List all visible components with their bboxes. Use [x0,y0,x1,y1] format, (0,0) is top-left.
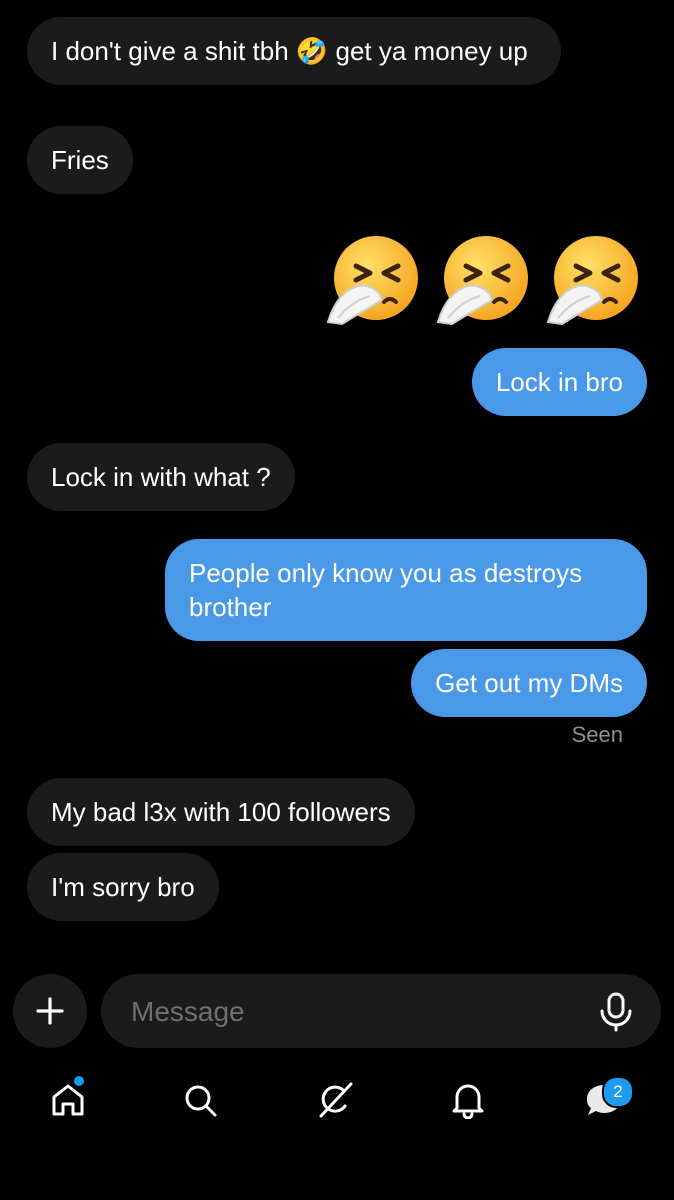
home-notification-dot [74,1076,84,1086]
sneezing-face-emoji-icon [326,236,418,326]
voice-message-button[interactable] [597,992,635,1032]
sneezing-face-emoji-icon [436,236,528,326]
nav-messages[interactable]: 2 [572,1068,636,1132]
message-input[interactable] [129,974,573,1050]
nav-search[interactable] [168,1068,232,1132]
outgoing-message[interactable]: Get out my DMs [411,649,647,717]
nav-home[interactable] [36,1068,100,1132]
microphone-icon [600,992,632,1032]
grok-icon [319,1082,353,1118]
incoming-message[interactable]: My bad l3x with 100 followers [27,778,415,846]
bottom-navigation: 2 [0,1068,674,1140]
message-text: Lock in with what ? [51,462,271,492]
incoming-message[interactable]: Fries [27,126,133,194]
nav-grok[interactable] [303,1068,367,1132]
message-text: Lock in bro [495,367,623,397]
message-text: I don't give a shit tbh 🤣 get ya money u… [51,36,528,66]
message-text: My bad l3x with 100 followers [51,797,391,827]
outgoing-message[interactable]: Lock in bro [471,348,647,416]
nav-notifications[interactable] [436,1068,500,1132]
plus-icon [36,997,64,1025]
outgoing-emoji-message[interactable] [324,232,640,328]
message-text: I'm sorry bro [51,872,195,902]
incoming-message[interactable]: I don't give a shit tbh 🤣 get ya money u… [27,17,561,85]
message-text: Get out my DMs [435,668,623,698]
sneezing-face-emoji-icon [546,236,638,326]
messages-badge: 2 [602,1076,634,1108]
compose-bar [0,972,674,1050]
home-icon [52,1084,84,1116]
message-text: Fries [51,145,109,175]
add-attachment-button[interactable] [13,974,87,1048]
outgoing-message[interactable]: People only know you as destroys brother [165,539,647,641]
message-field[interactable] [101,974,661,1050]
incoming-message[interactable]: Lock in with what ? [27,443,295,511]
seen-receipt: Seen [571,722,623,747]
message-text: People only know you as destroys brother [189,558,583,622]
incoming-message[interactable]: I'm sorry bro [27,853,219,921]
search-icon [185,1085,217,1117]
notifications-bell-icon [452,1084,484,1119]
